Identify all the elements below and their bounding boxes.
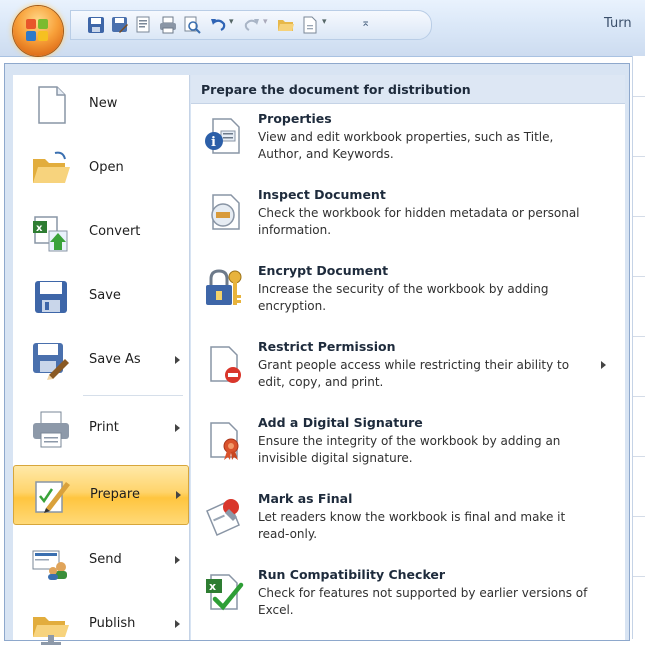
save-as-icon[interactable] bbox=[111, 16, 129, 34]
publish-icon bbox=[33, 617, 69, 645]
submenu-arrow-icon bbox=[175, 620, 180, 628]
submenu-arrow-icon bbox=[175, 356, 180, 364]
menu-item-label: Open bbox=[89, 160, 124, 175]
digital-signature-icon bbox=[210, 422, 239, 460]
submenu-item-description: Grant people access while restricting th… bbox=[258, 358, 570, 389]
redo-dropdown-icon: ▾ bbox=[263, 17, 268, 27]
submenu-item-description: View and edit workbook properties, such … bbox=[258, 130, 554, 161]
submenu-item-title: Add a Digital Signature bbox=[258, 415, 423, 430]
submenu-arrow-icon bbox=[601, 361, 606, 369]
save-as-icon bbox=[33, 343, 69, 380]
submenu-item-title: Inspect Document bbox=[258, 187, 386, 202]
menu-item-send[interactable]: Send bbox=[13, 531, 189, 591]
submenu-item-inspect-document[interactable]: Inspect Document Check the workbook for … bbox=[191, 185, 625, 261]
open-folder-icon[interactable] bbox=[277, 16, 295, 34]
title-bar: ▾ ▾ ▾ ⌅ Turn bbox=[0, 0, 645, 57]
redo-icon bbox=[244, 19, 259, 31]
menu-item-label: Convert bbox=[89, 224, 141, 239]
submenu-item-mark-as-final[interactable]: Mark as Final Let readers know the workb… bbox=[191, 489, 625, 565]
submenu-item-title: Properties bbox=[258, 111, 332, 126]
submenu-item-title: Run Compatibility Checker bbox=[258, 567, 446, 582]
menu-commands: New Open x Convert Save Save As Print Pr… bbox=[13, 75, 190, 645]
menu-item-save[interactable]: Save bbox=[13, 267, 189, 327]
menu-item-label: Save As bbox=[89, 352, 141, 367]
submenu-arrow-icon bbox=[175, 556, 180, 564]
submenu-item-digital-signature[interactable]: Add a Digital Signature Ensure the integ… bbox=[191, 413, 625, 489]
submenu-header: Prepare the document for distribution bbox=[191, 75, 625, 104]
properties-icon: i bbox=[205, 118, 240, 154]
submenu-item-description: Check the workbook for hidden metadata o… bbox=[258, 206, 580, 237]
convert-icon: x bbox=[33, 216, 68, 252]
submenu-item-description: Ensure the integrity of the workbook by … bbox=[258, 434, 561, 465]
restrict-permission-icon bbox=[210, 346, 241, 383]
customize-toolbar-icon[interactable]: ⌅ bbox=[361, 16, 370, 29]
save-icon bbox=[35, 281, 67, 313]
submenu-item-properties[interactable]: i Properties View and edit workbook prop… bbox=[191, 109, 625, 185]
svg-text:x: x bbox=[36, 223, 43, 234]
office-logo-icon bbox=[26, 19, 50, 43]
print-icon[interactable] bbox=[159, 16, 177, 34]
menu-separator bbox=[83, 395, 183, 396]
submenu-item-title: Mark as Final bbox=[258, 491, 353, 506]
submenu-item-compatibility-checker[interactable]: x Run Compatibility Checker Check for fe… bbox=[191, 565, 625, 641]
menu-item-label: Print bbox=[89, 420, 119, 435]
menu-item-prepare[interactable]: Prepare bbox=[13, 465, 189, 525]
preview-icon[interactable] bbox=[183, 16, 201, 34]
print-preview-icon[interactable] bbox=[135, 16, 153, 34]
menu-item-publish[interactable]: Publish bbox=[13, 595, 189, 655]
inspect-document-icon bbox=[211, 194, 240, 230]
prepare-icon bbox=[35, 481, 70, 513]
save-icon[interactable] bbox=[87, 16, 105, 34]
submenu-item-description: Check for features not supported by earl… bbox=[258, 586, 588, 617]
menu-item-new[interactable]: New bbox=[13, 75, 189, 135]
submenu-item-title: Restrict Permission bbox=[258, 339, 396, 354]
submenu-item-encrypt-document[interactable]: Encrypt Document Increase the security o… bbox=[191, 261, 625, 337]
menu-item-convert[interactable]: x Convert bbox=[13, 203, 189, 263]
encrypt-lock-icon bbox=[206, 269, 242, 305]
mark-as-final-icon bbox=[206, 499, 240, 537]
submenu-item-restrict-permission[interactable]: Restrict Permission Grant people access … bbox=[191, 337, 625, 413]
submenu-item-title: Encrypt Document bbox=[258, 263, 389, 278]
menu-item-label: New bbox=[89, 96, 118, 111]
office-menu: New Open x Convert Save Save As Print Pr… bbox=[4, 63, 630, 645]
open-folder-icon bbox=[33, 151, 70, 183]
new-document-icon[interactable] bbox=[301, 16, 319, 34]
menu-item-label: Prepare bbox=[90, 487, 140, 502]
new-document-icon bbox=[38, 86, 66, 124]
menu-item-label: Publish bbox=[89, 616, 136, 631]
submenu-item-description: Let readers know the workbook is final a… bbox=[258, 510, 566, 541]
quick-access-toolbar: ▾ ▾ ▾ ⌅ bbox=[70, 10, 432, 40]
window-title: Turn bbox=[604, 16, 632, 31]
send-icon bbox=[32, 550, 67, 580]
compatibility-checker-icon: x bbox=[206, 574, 244, 611]
submenu-arrow-icon bbox=[176, 491, 181, 499]
menu-item-print[interactable]: Print bbox=[13, 399, 189, 459]
menu-item-save-as[interactable]: Save As bbox=[13, 331, 189, 391]
menu-item-label: Send bbox=[89, 552, 122, 567]
prepare-submenu: Prepare the document for distribution i … bbox=[191, 75, 625, 640]
undo-icon[interactable] bbox=[209, 16, 227, 34]
menu-item-open[interactable]: Open bbox=[13, 139, 189, 199]
submenu-item-description: Increase the security of the workbook by… bbox=[258, 282, 549, 313]
printer-icon bbox=[33, 411, 69, 448]
new-dropdown-icon[interactable]: ▾ bbox=[322, 17, 327, 27]
undo-dropdown-icon[interactable]: ▾ bbox=[229, 17, 234, 27]
svg-text:x: x bbox=[209, 580, 216, 593]
office-button[interactable] bbox=[13, 6, 63, 56]
svg-text:i: i bbox=[211, 135, 216, 150]
submenu-header-text: Prepare the document for distribution bbox=[201, 82, 471, 97]
submenu-arrow-icon bbox=[175, 424, 180, 432]
menu-item-label: Save bbox=[89, 288, 121, 303]
worksheet-strip bbox=[632, 56, 645, 639]
